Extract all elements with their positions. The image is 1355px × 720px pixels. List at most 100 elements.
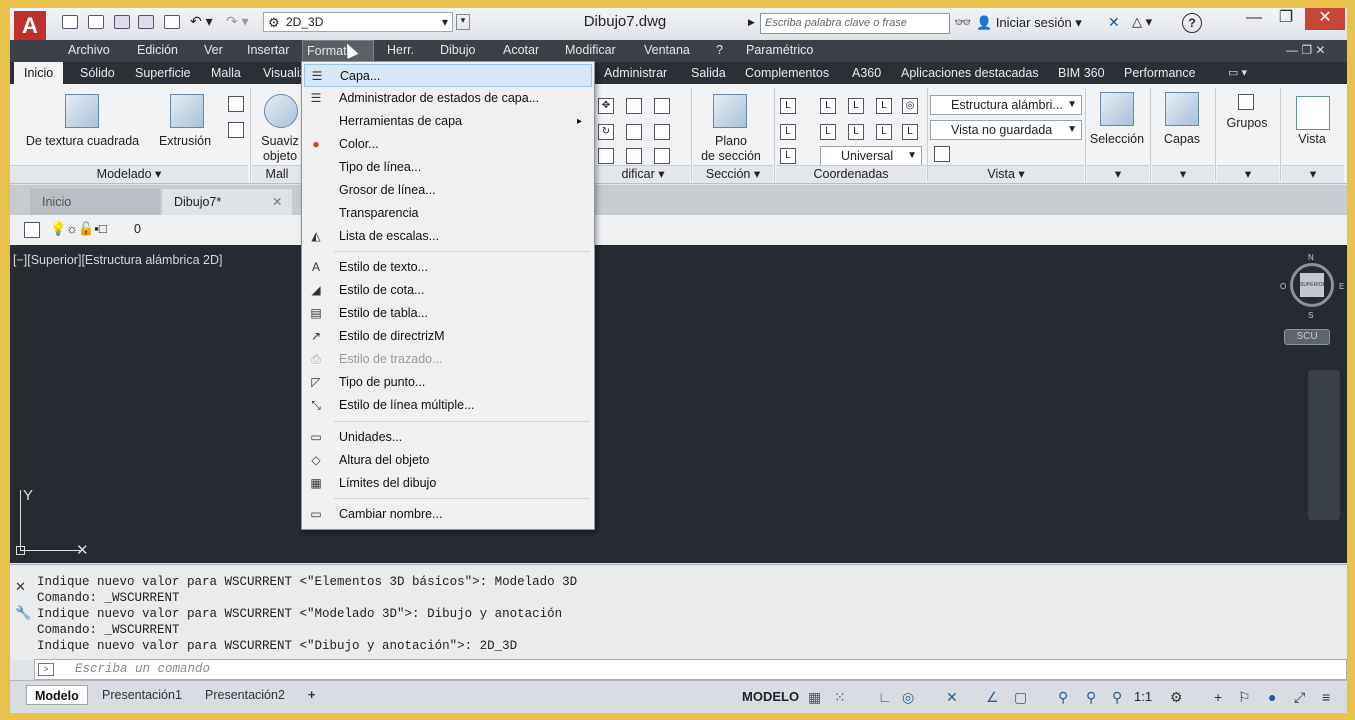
panel-modelado-footer[interactable]: Modelado ▾: [10, 165, 248, 183]
tab-bim360[interactable]: BIM 360: [1058, 62, 1105, 84]
menu-item-limits[interactable]: ▦ Límites del dibujo: [304, 472, 592, 495]
help-button[interactable]: ?: [1182, 13, 1202, 33]
viewport-icon[interactable]: [934, 146, 950, 162]
isolate-icon[interactable]: ⚐: [1238, 689, 1251, 706]
section-plane-label-2[interactable]: de sección: [694, 149, 768, 163]
wrench-icon[interactable]: 🔧: [15, 605, 31, 621]
undo-icon[interactable]: ↶ ▾: [190, 13, 213, 30]
annotation-scale-icon[interactable]: ⚲: [1112, 689, 1122, 706]
ucs-y-icon[interactable]: L: [848, 124, 864, 140]
view-footer[interactable]: ▾: [1282, 165, 1344, 183]
tab-inicio[interactable]: Inicio: [14, 62, 64, 84]
ucs-menu[interactable]: SCU: [1284, 329, 1330, 345]
menu-item-capa[interactable]: ☰ Capa...: [304, 64, 592, 87]
box-icon[interactable]: [65, 94, 99, 128]
layers-footer[interactable]: ▾: [1152, 165, 1214, 183]
tab-a360[interactable]: A360: [852, 62, 881, 84]
menu-archivo[interactable]: Archivo: [64, 40, 114, 62]
doc-window-controls[interactable]: — ❐ ✕: [1286, 43, 1325, 57]
layout-tab-presentacion2[interactable]: Presentación2: [197, 685, 293, 705]
rotate-icon[interactable]: ↻: [598, 124, 614, 140]
panel-vista-footer[interactable]: Vista ▾: [928, 165, 1084, 183]
binoculars-icon[interactable]: 👓: [954, 14, 971, 31]
groups-button[interactable]: Grupos: [1217, 116, 1277, 130]
fillet-icon[interactable]: [654, 124, 670, 140]
model-space-button[interactable]: MODELO: [742, 689, 799, 704]
menu-item-rename[interactable]: ▭ Cambiar nombre...: [304, 503, 592, 526]
save-as-icon[interactable]: [138, 15, 154, 29]
ucs-icon[interactable]: L: [780, 98, 796, 114]
smooth-object-label-2[interactable]: objeto: [255, 149, 305, 163]
hardware-acceleration-icon[interactable]: ●: [1268, 689, 1276, 705]
panel-seccion-footer[interactable]: Sección ▾: [693, 165, 773, 183]
clean-screen-icon[interactable]: ⤢: [1294, 689, 1305, 706]
grid-icon[interactable]: ▦: [808, 689, 821, 706]
minimize-button[interactable]: —: [1238, 8, 1270, 30]
ortho-icon[interactable]: ∟: [878, 689, 892, 705]
tab-performance[interactable]: Performance: [1124, 62, 1196, 84]
doc-tab-dibujo7[interactable]: Dibujo7* ✕: [162, 189, 292, 215]
ucs-previous-icon[interactable]: L: [848, 98, 864, 114]
groups-footer[interactable]: ▾: [1217, 165, 1279, 183]
drawing-canvas[interactable]: [−][Superior][Estructura alámbrica 2D] S…: [10, 245, 1347, 563]
search-input[interactable]: Escriba palabra clave o frase: [760, 13, 950, 34]
selection-cycling-icon[interactable]: ▢: [1014, 689, 1027, 706]
tab-complementos[interactable]: Complementos: [745, 62, 829, 84]
command-input[interactable]: Escriba un comando: [34, 659, 1347, 680]
viewport-controls[interactable]: [−][Superior][Estructura alámbrica 2D]: [13, 253, 222, 267]
tab-malla[interactable]: Malla: [211, 62, 241, 84]
menu-item-linetype[interactable]: Tipo de línea...: [304, 156, 592, 179]
qat-customize-icon[interactable]: ▾: [456, 14, 470, 30]
command-prompt-icon[interactable]: >: [38, 663, 54, 676]
menu-item-units[interactable]: ▭ Unidades...: [304, 426, 592, 449]
named-view-select[interactable]: Vista no guardada ▼: [930, 120, 1082, 140]
menu-item-layer-tools[interactable]: Herramientas de capa ▸: [304, 110, 592, 133]
login-button[interactable]: 👤 Iniciar sesión ▾: [976, 15, 1082, 31]
viewcube-face[interactable]: SUPERIOR: [1300, 273, 1326, 297]
tab-aplicaciones[interactable]: Aplicaciones destacadas: [901, 62, 1039, 84]
ucs-x-icon[interactable]: L: [820, 124, 836, 140]
tab-salida[interactable]: Salida: [691, 62, 726, 84]
menu-item-text-style[interactable]: A Estilo de texto...: [304, 256, 592, 279]
annotation-visibility-icon[interactable]: ⚲: [1058, 689, 1068, 706]
viewcube[interactable]: SUPERIOR N S E O: [1280, 253, 1344, 320]
ucs-origin-icon[interactable]: L: [780, 124, 796, 140]
layer-state-icons[interactable]: 💡☼🔓▪□: [50, 221, 107, 237]
tab-solido[interactable]: Sólido: [80, 62, 115, 84]
ribbon-minimize-icon[interactable]: ▭ ▾: [1228, 66, 1247, 79]
trim-icon[interactable]: [654, 98, 670, 114]
layers-button[interactable]: Capas: [1152, 132, 1212, 146]
customization-icon[interactable]: ≡: [1322, 689, 1330, 705]
menu-ventana[interactable]: Ventana: [640, 40, 694, 62]
copy-icon[interactable]: [626, 98, 642, 114]
presspull-icon[interactable]: [228, 122, 244, 138]
visual-style-select[interactable]: Estructura alámbri... ▼: [930, 95, 1082, 115]
ucs-view-icon[interactable]: L: [902, 124, 918, 140]
menu-insertar[interactable]: Insertar: [243, 40, 293, 62]
close-button[interactable]: ✕: [1305, 8, 1345, 30]
panel-modificar-footer[interactable]: dificar ▾: [596, 165, 690, 183]
group-icon[interactable]: [1238, 94, 1254, 110]
ucs-select[interactable]: Universal ▼: [820, 146, 922, 166]
menu-item-mline-style[interactable]: ⤡ Estilo de línea múltiple...: [304, 394, 592, 417]
application-menu-button[interactable]: A: [14, 11, 46, 43]
a360-icon[interactable]: △ ▾: [1132, 14, 1152, 30]
extrude-icon[interactable]: [170, 94, 204, 128]
smooth-mesh-button[interactable]: De textura cuadrada: [20, 134, 145, 148]
selection-footer[interactable]: ▾: [1087, 165, 1149, 183]
stretch-icon[interactable]: [626, 148, 642, 164]
extrude-button[interactable]: Extrusión: [155, 134, 215, 148]
plus-icon[interactable]: +: [1214, 689, 1222, 705]
menu-formato[interactable]: Formato: [302, 40, 374, 62]
autoscale-icon[interactable]: ⚲: [1086, 689, 1096, 706]
menu-item-mleader-style[interactable]: ↗ Estilo de directrizM: [304, 325, 592, 348]
save-icon[interactable]: [114, 15, 130, 29]
array-icon[interactable]: [654, 148, 670, 164]
layout-tab-presentacion1[interactable]: Presentación1: [94, 685, 190, 705]
menu-ver[interactable]: Ver: [200, 40, 227, 62]
view-button[interactable]: Vista: [1282, 132, 1342, 146]
layout-tab-modelo[interactable]: Modelo: [26, 685, 88, 705]
menu-acotar[interactable]: Acotar: [499, 40, 543, 62]
menu-item-dim-style[interactable]: ◢ Estilo de cota...: [304, 279, 592, 302]
osnap-icon[interactable]: ✕: [946, 689, 958, 706]
